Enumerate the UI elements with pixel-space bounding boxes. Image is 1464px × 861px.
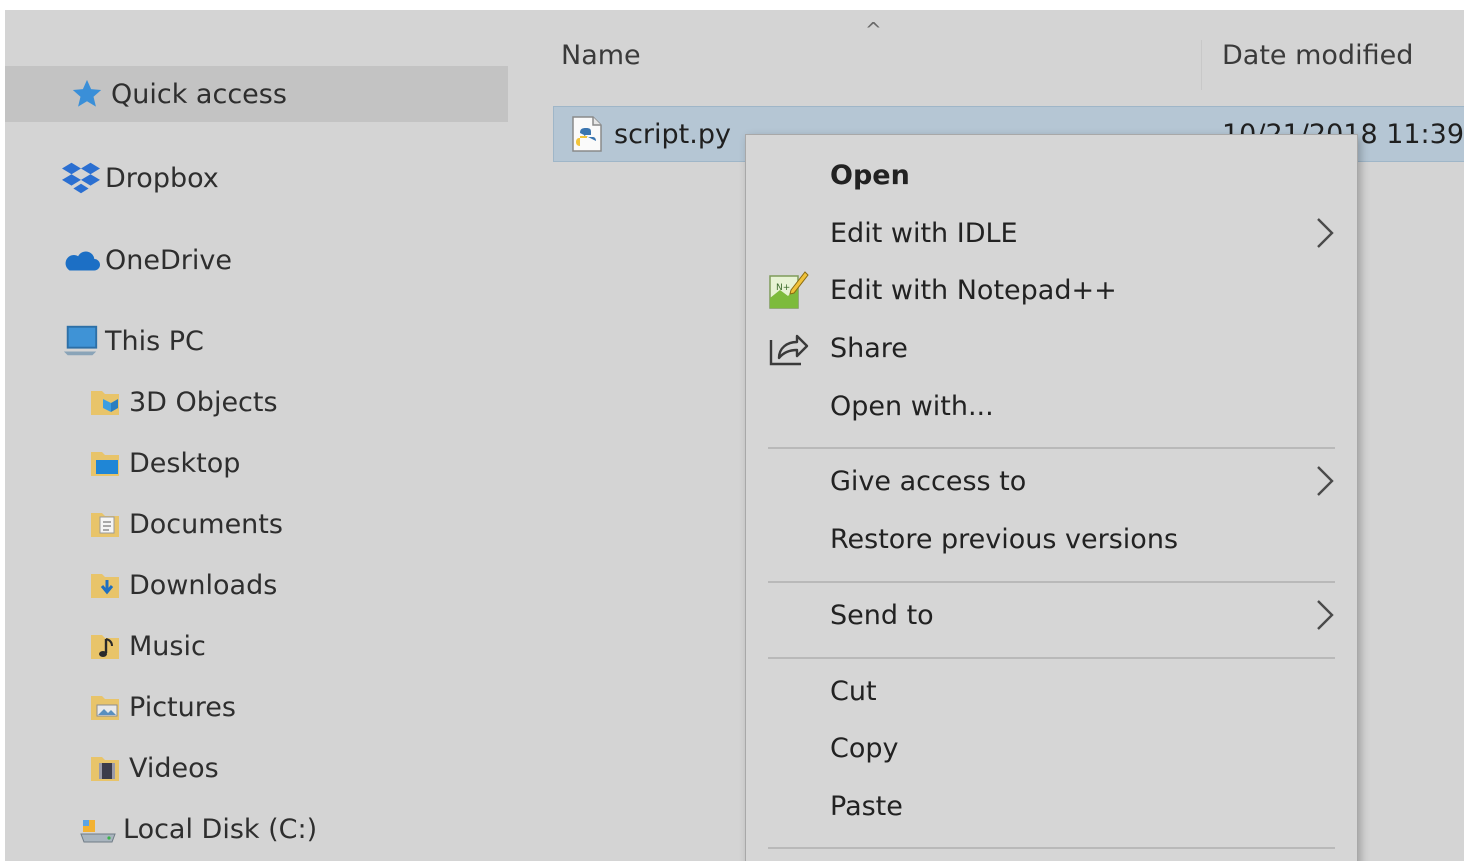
- menu-item-edit-with-idle[interactable]: Edit with IDLE: [746, 205, 1357, 261]
- nav-item-label: OneDrive: [105, 244, 232, 276]
- menu-item-label: Open: [830, 159, 910, 191]
- menu-item-label: Send to: [830, 599, 934, 631]
- nav-item-3d-objects[interactable]: 3D Objects: [85, 374, 278, 430]
- desktop-folder-icon: [85, 443, 125, 483]
- nav-item-local-disk[interactable]: Local Disk (C:): [79, 801, 317, 857]
- nav-item-label: Pictures: [129, 691, 236, 723]
- menu-item-label: Cut: [830, 675, 877, 707]
- onedrive-cloud-icon: [61, 240, 101, 280]
- python-file-icon: [568, 114, 606, 154]
- notepad-plus-plus-icon: N+: [766, 268, 810, 312]
- nav-item-label: This PC: [105, 325, 204, 357]
- menu-item-copy[interactable]: Copy: [746, 720, 1357, 776]
- svg-text:N+: N+: [776, 283, 790, 293]
- nav-item-label: Music: [129, 630, 206, 662]
- nav-item-documents[interactable]: Documents: [85, 496, 283, 552]
- context-menu: Open Edit with IDLE N+ Edit with Notepad…: [745, 134, 1358, 861]
- pictures-folder-icon: [85, 687, 125, 727]
- menu-separator: [768, 447, 1335, 449]
- nav-item-dropbox[interactable]: Dropbox: [61, 150, 219, 206]
- menu-item-label: Share: [830, 332, 908, 364]
- menu-separator: [768, 847, 1335, 849]
- nav-item-music[interactable]: Music: [85, 618, 206, 674]
- nav-item-label: Downloads: [129, 569, 278, 601]
- menu-item-label: Edit with Notepad++: [830, 274, 1117, 306]
- menu-item-share[interactable]: Share: [746, 320, 1357, 376]
- nav-item-label: 3D Objects: [129, 386, 278, 418]
- local-disk-icon: [79, 809, 119, 849]
- star-icon: [67, 74, 107, 114]
- menu-item-label: Copy: [830, 732, 899, 764]
- menu-item-restore-previous-versions[interactable]: Restore previous versions: [746, 511, 1357, 567]
- dropbox-icon: [61, 158, 101, 198]
- nav-item-label: Desktop: [129, 447, 241, 479]
- nav-item-label: Videos: [129, 752, 219, 784]
- menu-separator: [768, 581, 1335, 583]
- share-icon: [766, 326, 810, 370]
- chevron-right-icon: [1317, 218, 1334, 248]
- file-name: script.py: [614, 118, 731, 150]
- file-explorer-window: Quick access Dropbox OneDrive This PC 3D…: [5, 10, 1464, 861]
- 3d-objects-folder-icon: [85, 382, 125, 422]
- menu-item-open-with[interactable]: Open with...: [746, 378, 1357, 434]
- computer-icon: [61, 321, 101, 361]
- nav-item-label: Documents: [129, 508, 283, 540]
- menu-item-label: Open with...: [830, 390, 994, 422]
- nav-item-onedrive[interactable]: OneDrive: [61, 232, 232, 288]
- menu-item-label: Edit with IDLE: [830, 217, 1018, 249]
- navigation-pane: Quick access Dropbox OneDrive This PC 3D…: [5, 10, 510, 861]
- nav-item-label: Local Disk (C:): [123, 813, 318, 845]
- nav-item-videos[interactable]: Videos: [85, 740, 219, 796]
- menu-item-label: Give access to: [830, 465, 1027, 497]
- menu-item-give-access-to[interactable]: Give access to: [746, 453, 1357, 509]
- nav-item-label: Dropbox: [105, 162, 219, 194]
- nav-item-label: Quick access: [111, 78, 287, 110]
- menu-item-label: Restore previous versions: [830, 523, 1179, 555]
- menu-item-label: Paste: [830, 790, 903, 822]
- music-folder-icon: [85, 626, 125, 666]
- column-divider[interactable]: [1201, 40, 1202, 90]
- chevron-right-icon: [1317, 600, 1334, 630]
- nav-item-desktop[interactable]: Desktop: [85, 435, 240, 491]
- menu-separator: [768, 657, 1335, 659]
- chevron-right-icon: [1317, 466, 1334, 496]
- sort-caret-icon[interactable]: ^: [865, 18, 882, 42]
- documents-folder-icon: [85, 504, 125, 544]
- nav-item-downloads[interactable]: Downloads: [85, 557, 277, 613]
- column-header-date-modified[interactable]: Date modified: [1222, 40, 1413, 71]
- menu-item-cut[interactable]: Cut: [746, 663, 1357, 719]
- menu-item-send-to[interactable]: Send to: [746, 587, 1357, 643]
- nav-item-this-pc[interactable]: This PC: [61, 313, 204, 369]
- menu-item-edit-with-notepad-plus-plus[interactable]: N+ Edit with Notepad++: [746, 262, 1357, 318]
- nav-item-pictures[interactable]: Pictures: [85, 679, 236, 735]
- column-header-name[interactable]: Name: [561, 40, 641, 71]
- downloads-folder-icon: [85, 565, 125, 605]
- menu-item-paste[interactable]: Paste: [746, 778, 1357, 834]
- menu-item-open[interactable]: Open: [746, 147, 1357, 203]
- videos-folder-icon: [85, 748, 125, 788]
- nav-item-quick-access[interactable]: Quick access: [5, 66, 508, 122]
